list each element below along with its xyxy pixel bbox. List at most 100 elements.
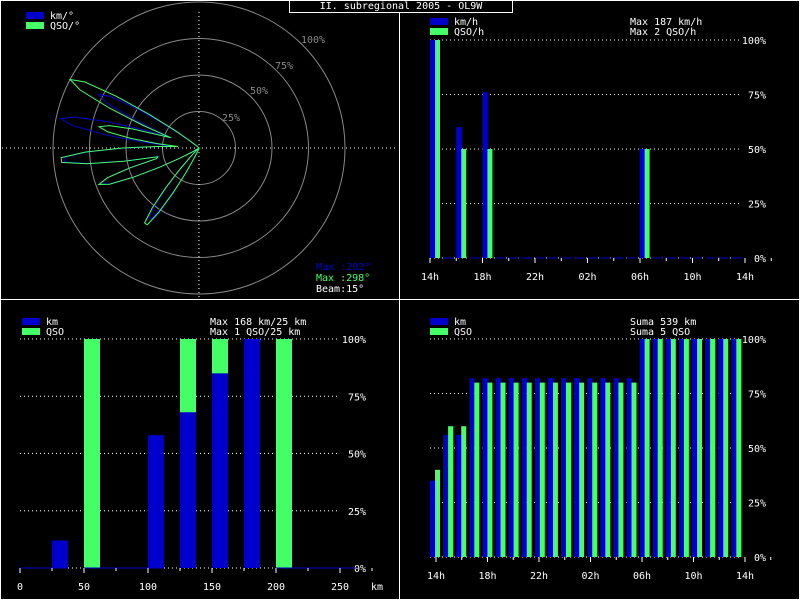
- sum-legend-label-1: QSO: [454, 327, 472, 338]
- rate-bar-qso-2: [461, 149, 467, 258]
- dist-xtick-2: 100: [139, 582, 157, 593]
- polar-legend-label-1: QSO/°: [50, 21, 80, 32]
- sum-bar-km-23: [731, 339, 737, 557]
- sum-bar-km-5: [495, 378, 501, 557]
- sum-bar-qso-1: [448, 426, 454, 557]
- dist-xtick-4: 200: [267, 582, 285, 593]
- sum-bar-qso-6: [513, 382, 519, 557]
- rate-xtick-0: 14h: [421, 272, 439, 283]
- rate-bar-qso-4: [487, 149, 493, 258]
- sum-bar-km-10: [561, 378, 566, 557]
- sum-bar-qso-9: [552, 382, 558, 557]
- polar-series-km: [58, 93, 200, 220]
- sum-bar-km-7: [521, 378, 527, 557]
- sum-legend-swatch-0: [430, 318, 448, 325]
- rate-xtick-5: 10h: [683, 272, 701, 283]
- sum-bar-qso-13: [605, 382, 611, 557]
- polar-ring-label-4: 100%: [301, 35, 325, 46]
- rate-legend-swatch-0: [430, 18, 448, 25]
- dist-bar-km-14: [244, 339, 260, 568]
- dist-ytick-3: 75%: [348, 392, 366, 403]
- rate-bar-qso-16: [644, 149, 650, 258]
- sum-bar-qso-2: [461, 426, 467, 557]
- sum-bar-km-21: [705, 339, 711, 557]
- sum-info-1: Suma 5 QSO: [630, 327, 690, 338]
- rate-bar-km-4: [482, 92, 488, 258]
- dist-ytick-2: 50%: [348, 450, 366, 461]
- sum-bar-qso-0: [435, 469, 440, 557]
- sum-bar-km-0: [430, 480, 435, 557]
- sum-bar-km-20: [692, 339, 697, 557]
- sum-bar-qso-8: [539, 382, 545, 557]
- chart-stage: II. subregional 2005 - OL9W 25% 50% 75% 100…: [0, 0, 800, 600]
- sum-ytick-2: 50%: [748, 444, 766, 455]
- sum-bar-km-14: [613, 378, 619, 557]
- sum-bar-qso-22: [723, 339, 729, 557]
- sum-bar-km-19: [678, 339, 684, 557]
- polar-ring-label-2: 50%: [250, 86, 268, 97]
- sum-bar-qso-23: [736, 339, 742, 557]
- rate-info-1: Max 2 QSO/h: [630, 27, 696, 38]
- rate-ytick-0: 0%: [754, 254, 766, 265]
- sum-legend-swatch-1: [430, 328, 448, 335]
- sum-bar-qso-19: [683, 339, 689, 557]
- sum-bar-km-17: [652, 339, 658, 557]
- sum-bar-km-15: [626, 378, 632, 557]
- dist-ytick-0: 0%: [354, 564, 366, 575]
- sum-bar-qso-20: [697, 339, 702, 557]
- sum-bar-km-13: [600, 378, 606, 557]
- rate-bar-km-2: [456, 127, 462, 258]
- sum-bar-km-11: [574, 378, 580, 557]
- dist-legend-swatch-1: [22, 328, 40, 335]
- dist-xtick-3: 150: [203, 582, 221, 593]
- sum-xtick-6: 14h: [736, 571, 754, 582]
- sum-ytick-4: 100%: [742, 335, 766, 346]
- sum-bar-qso-3: [474, 382, 480, 557]
- sum-xtick-3: 02h: [581, 571, 599, 582]
- dist-legend-swatch-0: [22, 318, 40, 325]
- sum-bar-qso-7: [526, 382, 532, 557]
- rate-xtick-2: 22h: [526, 272, 544, 283]
- polar-series-qso: [60, 78, 200, 226]
- rate-ytick-1: 25%: [748, 200, 766, 211]
- dist-xlabel: km: [371, 582, 383, 593]
- sum-xtick-1: 18h: [478, 571, 496, 582]
- polar-info-max-qso: Max :298°: [316, 273, 370, 284]
- sum-bar-km-18: [665, 339, 671, 557]
- rate-legend-swatch-1: [430, 28, 448, 35]
- sum-xtick-5: 10h: [684, 571, 702, 582]
- polar-info-beam: Beam:15°: [316, 284, 364, 295]
- rate-xtick-4: 06h: [631, 272, 649, 283]
- sum-xtick-2: 22h: [530, 571, 548, 582]
- polar-legend-swatch-0: [26, 12, 44, 19]
- rate-xtick-1: 18h: [473, 272, 491, 283]
- sum-bar-qso-11: [579, 382, 585, 557]
- dist-bar-qso-15: [276, 339, 292, 568]
- sum-bar-km-9: [547, 378, 553, 557]
- sum-bar-km-16: [639, 339, 645, 557]
- sum-bar-qso-5: [500, 382, 506, 557]
- sum-bar-km-2: [456, 434, 462, 557]
- dist-ytick-4: 100%: [342, 335, 366, 346]
- dist-info-1: Max 1 QSO/25 km: [210, 327, 300, 338]
- sum-bar-qso-15: [631, 382, 637, 557]
- sum-bar-km-22: [718, 339, 724, 557]
- sum-bar-qso-17: [657, 339, 663, 557]
- sum-bar-qso-14: [618, 382, 624, 557]
- dist-legend-label-1: QSO: [46, 327, 64, 338]
- sum-bar-km-12: [587, 378, 593, 557]
- dist-bar-km-2: [52, 540, 68, 568]
- dist-bar-qso-3: [84, 339, 100, 568]
- dist-bar-km-8: [148, 435, 164, 568]
- rate-bar-km-0: [430, 40, 435, 258]
- polar-ring-label-1: 25%: [222, 113, 240, 124]
- polar-info-max-km: Max :282°: [316, 262, 370, 273]
- rate-ytick-2: 50%: [748, 145, 766, 156]
- polar-legend-swatch-1: [26, 22, 44, 29]
- sum-bar-qso-18: [670, 339, 676, 557]
- sum-bar-qso-16: [644, 339, 650, 557]
- sum-ytick-1: 25%: [748, 499, 766, 510]
- rate-ytick-3: 75%: [748, 91, 766, 102]
- rate-legend-label-1: QSO/h: [454, 27, 484, 38]
- sum-xtick-0: 14h: [427, 571, 445, 582]
